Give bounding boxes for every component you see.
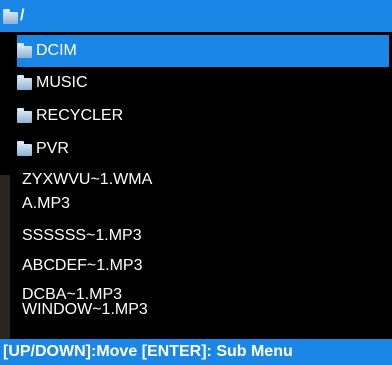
list-item-label: MUSIC [36, 74, 88, 91]
path-bar: / [0, 0, 392, 32]
list-item-label: ZYXWVU~1.WMA [22, 171, 153, 188]
folder-icon [17, 108, 32, 123]
list-item-label: RECYCLER [36, 107, 124, 124]
list-item-recycler[interactable]: RECYCLER [17, 100, 389, 132]
list-item-ssssss[interactable]: SSSSSS~1.MP3 [22, 228, 392, 244]
list-item-zyxwvu[interactable]: ZYXWVU~1.WMA [22, 172, 392, 188]
list-item-label: ABCDEF~1.MP3 [22, 257, 143, 274]
folder-icon [17, 75, 32, 90]
folder-icon [17, 141, 32, 156]
file-browser: / DCIM MUSIC RECYCLER PVR ZYXWVU~1.WMA A… [0, 0, 392, 365]
list-item-label: SSSSSS~1.MP3 [22, 227, 142, 244]
list-item-label: DCIM [36, 42, 77, 59]
list-item-label: PVR [36, 140, 69, 157]
scrollbar-track [0, 175, 10, 339]
help-bar: [UP/DOWN]:Move [ENTER]: Sub Menu [0, 339, 392, 365]
help-text: [UP/DOWN]:Move [ENTER]: Sub Menu [3, 343, 293, 360]
current-path: / [20, 7, 25, 24]
list-item-pvr[interactable]: PVR [17, 133, 389, 165]
list-item-window[interactable]: WINDOW~1.MP3 [22, 302, 392, 318]
list-item-label: WINDOW~1.MP3 [22, 301, 148, 318]
folder-icon [3, 9, 18, 24]
file-list: DCIM MUSIC RECYCLER PVR ZYXWVU~1.WMA A.M… [0, 32, 392, 339]
list-item-dcim[interactable]: DCIM [17, 35, 389, 67]
list-item-abcdef[interactable]: ABCDEF~1.MP3 [22, 258, 392, 274]
folder-icon [17, 43, 32, 58]
list-item-a-mp3[interactable]: A.MP3 [22, 196, 392, 212]
list-item-music[interactable]: MUSIC [17, 67, 389, 99]
list-item-label: A.MP3 [22, 195, 71, 212]
